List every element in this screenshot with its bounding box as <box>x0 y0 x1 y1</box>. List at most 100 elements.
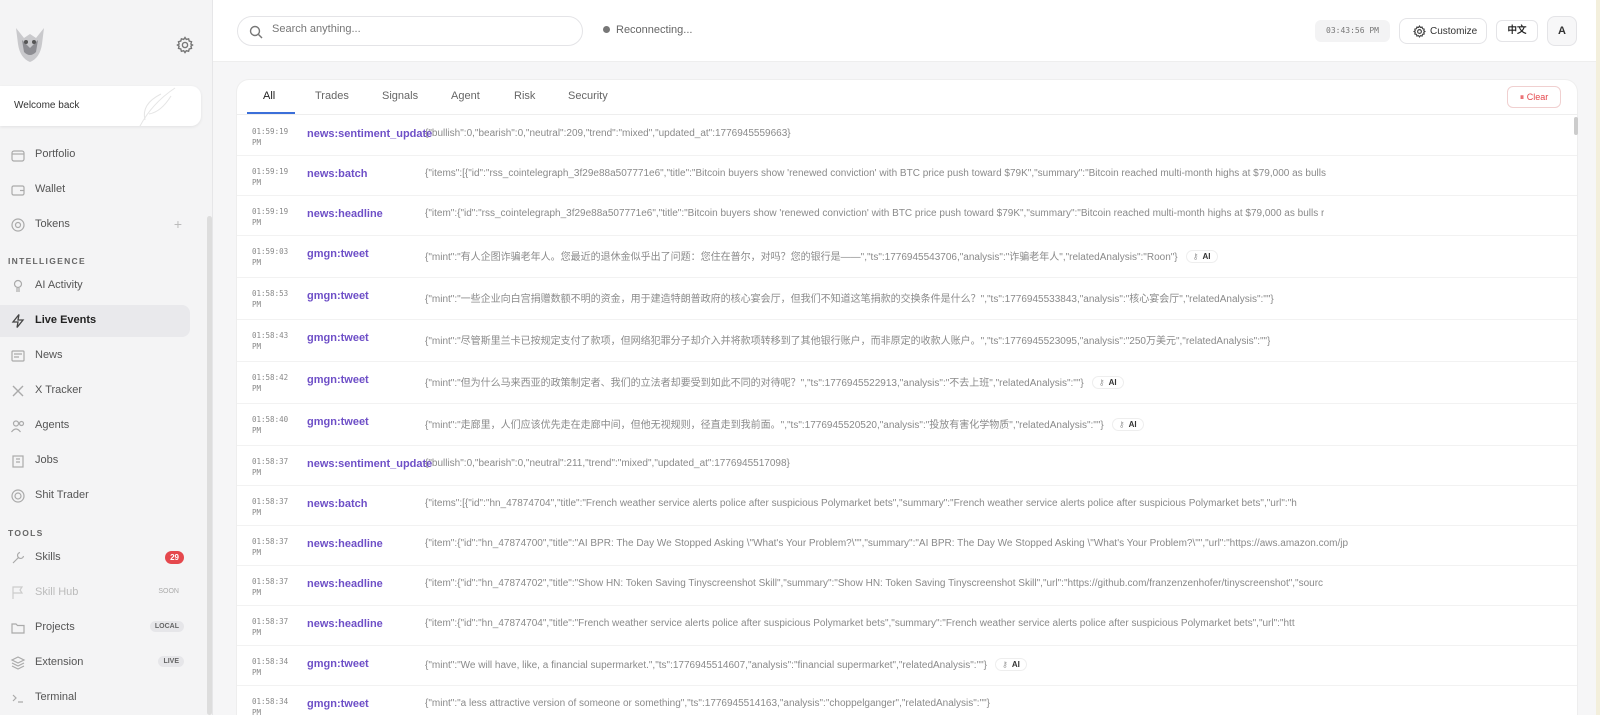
event-payload: {"mint":"a less attractive version of so… <box>425 698 990 709</box>
ai-tag-label: AI <box>1011 660 1020 669</box>
event-timestamp: 01:58:37 PM <box>252 536 302 558</box>
sidebar-item-wallet[interactable]: Wallet <box>0 174 190 206</box>
event-ampm: PM <box>252 384 262 393</box>
sidebar-item-extension[interactable]: Extension LIVE <box>0 647 190 679</box>
event-ampm: PM <box>252 426 262 435</box>
event-row[interactable]: 01:59:19 PM news:batch {"items":[{"id":"rss… <box>237 156 1577 196</box>
sidebar-item-label: Skill Hub <box>35 586 79 598</box>
tab-all[interactable]: All <box>263 90 275 102</box>
event-time: 01:58:37 <box>252 577 289 586</box>
sidebar-item-terminal[interactable]: Terminal <box>0 682 190 714</box>
event-timestamp: 01:58:42 PM <box>252 372 302 394</box>
event-type[interactable]: gmgn:tweet <box>307 374 369 386</box>
key-icon: ⚷ <box>1118 420 1125 429</box>
soon-badge: SOON <box>158 588 179 595</box>
event-row[interactable]: 01:58:37 PM news:batch {"items":[{"id":"hn_… <box>237 486 1577 526</box>
event-row[interactable]: 01:59:03 PM gmgn:tweet {"mint":"有人企图诈骗老年人。您… <box>237 236 1577 278</box>
event-timestamp: 01:59:03 PM <box>252 246 302 268</box>
event-list-scrollbar[interactable] <box>1574 117 1578 135</box>
event-payload-text: {"item":{"id":"hn_47874704","title":"Fre… <box>425 618 1295 629</box>
language-toggle[interactable]: 中文 <box>1496 20 1538 42</box>
sidebar-item-news[interactable]: News <box>0 340 190 372</box>
sidebar-item-jobs[interactable]: Jobs <box>0 445 190 477</box>
users-icon <box>11 420 25 433</box>
tab-trades[interactable]: Trades <box>315 90 349 102</box>
customize-button[interactable]: Customize <box>1399 18 1487 44</box>
event-row[interactable]: 01:59:19 PM news:sentiment_update {"bullish… <box>237 116 1577 156</box>
search-icon <box>249 25 263 39</box>
event-row[interactable]: 01:58:37 PM news:sentiment_update {"bullish… <box>237 446 1577 486</box>
event-type[interactable]: news:batch <box>307 168 368 180</box>
event-ampm: PM <box>252 178 262 187</box>
sidebar-item-projects[interactable]: Projects LOCAL <box>0 612 190 644</box>
ai-analysis-tag[interactable]: ⚷ AI <box>1111 418 1144 431</box>
event-row[interactable]: 01:58:43 PM gmgn:tweet {"mint":"尽管斯里兰卡已按规定支… <box>237 320 1577 362</box>
event-payload-text: {"mint":"一些企业向白宫捐赠数额不明的资金，用于建造特朗普政府的核心宴会… <box>425 294 1274 305</box>
wallet-icon <box>11 185 25 196</box>
sidebar-scrollbar[interactable] <box>207 216 212 715</box>
event-type[interactable]: news:headline <box>307 208 383 220</box>
ai-analysis-tag[interactable]: ⚷ AI <box>1091 376 1124 389</box>
sidebar-item-skills[interactable]: Skills 29 <box>0 542 190 574</box>
event-row[interactable]: 01:58:40 PM gmgn:tweet {"mint":"走廊里，人们应该优先走… <box>237 404 1577 446</box>
event-timestamp: 01:59:19 PM <box>252 206 302 228</box>
event-time: 01:59:19 <box>252 207 289 216</box>
event-payload: {"mint":"但为什么马来西亚的政策制定者、我们的立法者却要受到如此不同的对… <box>425 374 1124 389</box>
briefcase-icon <box>11 150 25 162</box>
ai-analysis-tag[interactable]: ⚷ AI <box>995 658 1027 671</box>
newspaper-icon <box>11 350 25 362</box>
event-ampm: PM <box>252 258 262 267</box>
event-type[interactable]: news:headline <box>307 618 383 630</box>
event-row[interactable]: 01:58:53 PM gmgn:tweet {"mint":"一些企业向白宫捐赠数额… <box>237 278 1577 320</box>
event-type[interactable]: gmgn:tweet <box>307 416 369 428</box>
event-payload-text: {"mint":"尽管斯里兰卡已按规定支付了款项，但网络犯罪分子却介入并将款项转… <box>425 336 1271 347</box>
event-payload: {"item":{"id":"rss_cointelegraph_3f29e88… <box>425 208 1324 219</box>
search-input[interactable] <box>272 23 572 35</box>
event-payload-text: {"mint":"有人企图诈骗老年人。您最近的退休金似乎出了问题：您住在普尔，对… <box>425 252 1178 263</box>
event-type[interactable]: news:headline <box>307 578 383 590</box>
event-timestamp: 01:58:40 PM <box>252 414 302 436</box>
event-type[interactable]: gmgn:tweet <box>307 658 369 670</box>
gear-icon <box>1413 25 1426 38</box>
event-row[interactable]: 01:59:19 PM news:headline {"item":{"id":"rs… <box>237 196 1577 236</box>
ai-analysis-tag[interactable]: ⚷ AI <box>1185 250 1218 263</box>
tab-agent[interactable]: Agent <box>451 90 480 102</box>
sidebar-item-agents[interactable]: Agents <box>0 410 190 442</box>
event-type[interactable]: gmgn:tweet <box>307 290 369 302</box>
tab-risk[interactable]: Risk <box>514 90 535 102</box>
event-row[interactable]: 01:58:37 PM news:headline {"item":{"id":"hn… <box>237 566 1577 606</box>
sidebar-item-shit-trader[interactable]: Shit Trader <box>0 480 190 512</box>
sidebar-item-ai-activity[interactable]: AI Activity <box>0 270 190 302</box>
add-token-icon[interactable]: + <box>174 216 182 232</box>
event-row[interactable]: 01:58:37 PM news:headline {"item":{"id":"hn… <box>237 606 1577 646</box>
event-row[interactable]: 01:58:34 PM gmgn:tweet {"mint":"We will hav… <box>237 646 1577 686</box>
sidebar-item-tokens[interactable]: Tokens + <box>0 209 190 241</box>
event-timestamp: 01:58:34 PM <box>252 656 302 678</box>
tab-security[interactable]: Security <box>568 90 608 102</box>
event-type[interactable]: gmgn:tweet <box>307 332 369 344</box>
event-timestamp: 01:58:34 PM <box>252 696 302 715</box>
owl-logo-icon[interactable] <box>12 24 48 64</box>
event-type[interactable]: news:headline <box>307 538 383 550</box>
sidebar-item-x-tracker[interactable]: X Tracker <box>0 375 190 407</box>
event-type[interactable]: news:batch <box>307 498 368 510</box>
event-time: 01:58:53 <box>252 289 289 298</box>
search-box[interactable] <box>237 16 583 46</box>
event-row[interactable]: 01:58:37 PM news:headline {"item":{"id":"hn… <box>237 526 1577 566</box>
clear-button[interactable]: ⏸ Clear <box>1507 86 1561 108</box>
tab-signals[interactable]: Signals <box>382 90 418 102</box>
sidebar-item-portfolio[interactable]: Portfolio <box>0 139 190 171</box>
settings-gear-icon[interactable] <box>176 36 194 54</box>
event-row[interactable]: 01:58:34 PM gmgn:tweet {"mint":"a less attr… <box>237 686 1577 715</box>
event-type[interactable]: news:sentiment_update <box>307 458 432 470</box>
event-type[interactable]: gmgn:tweet <box>307 248 369 260</box>
event-row[interactable]: 01:58:42 PM gmgn:tweet {"mint":"但为什么马来西亚的政策… <box>237 362 1577 404</box>
event-type[interactable]: gmgn:tweet <box>307 698 369 710</box>
welcome-card: Welcome back <box>0 86 201 126</box>
sidebar-item-live-events[interactable]: Live Events <box>0 305 190 337</box>
sidebar-item-label: Agents <box>35 419 70 431</box>
event-type[interactable]: news:sentiment_update <box>307 128 432 140</box>
event-filter-tabs: All Trades Signals Agent Risk Security ⏸… <box>237 80 1577 115</box>
user-avatar[interactable]: A <box>1547 16 1577 46</box>
connection-status: Reconnecting... <box>603 24 692 36</box>
